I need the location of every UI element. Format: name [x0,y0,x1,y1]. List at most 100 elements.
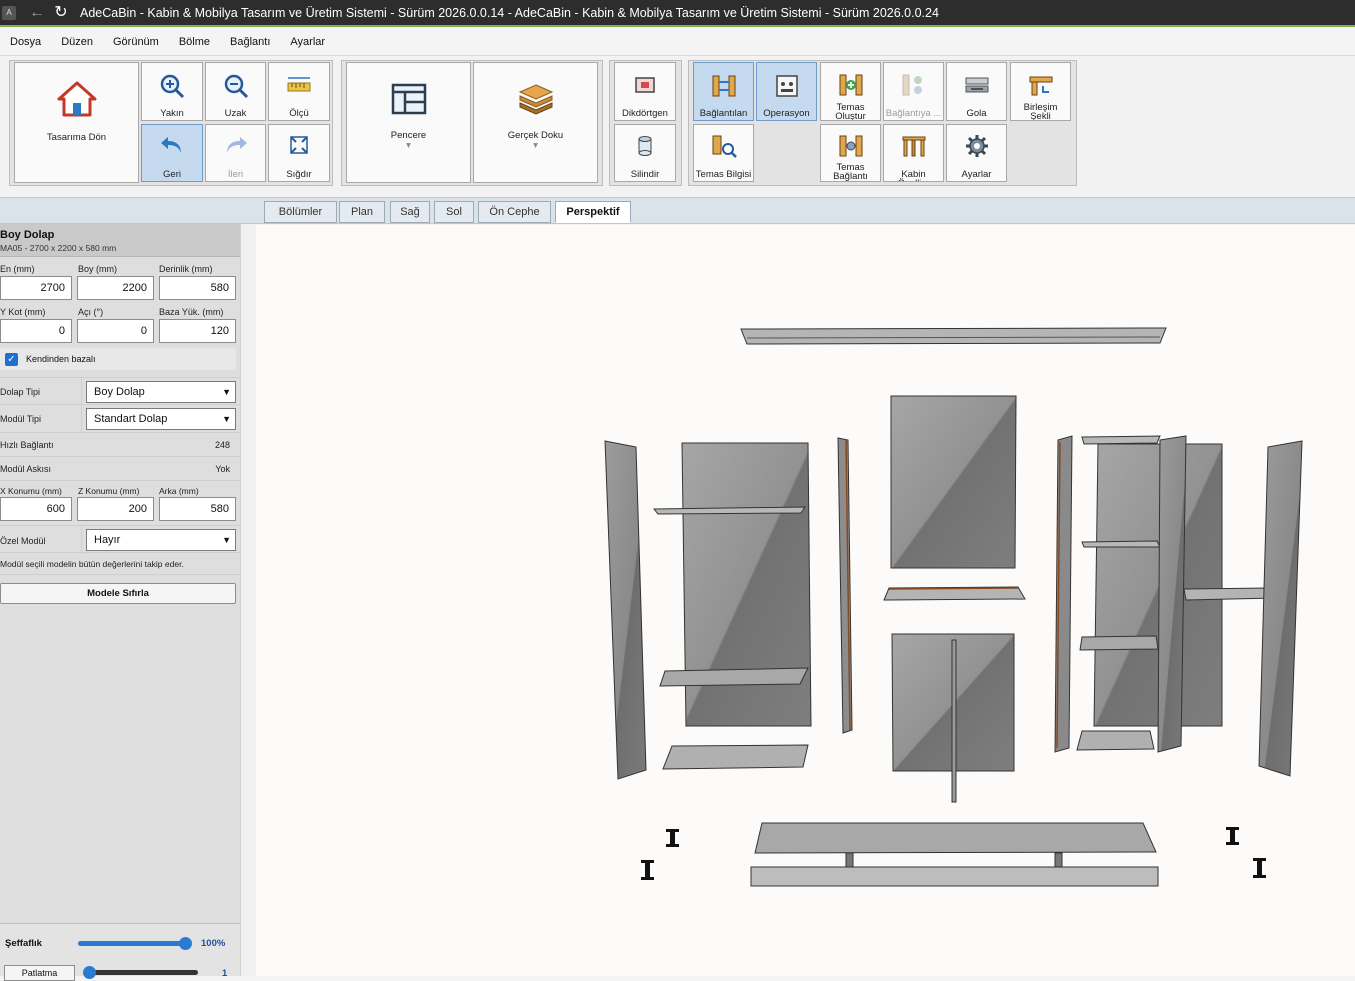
menu-baglanti[interactable]: Bağlantı [230,36,270,48]
view-tabs: Bölümler Plan Sağ Sol Ön Cephe Perspekti… [0,198,1355,224]
home-button[interactable]: Tasarıma Dön [14,62,139,183]
connection-disabled-button[interactable]: Bağlantıya ... [883,62,944,121]
explode-button[interactable]: Patlatma [4,965,75,981]
contact-info-icon [712,135,737,158]
self-base-checkbox[interactable]: ✓ [5,353,18,366]
module-hanger-row: Modül Askısı Yok [0,457,240,481]
note-row: Modül seçili modelin bütün değerlerini t… [0,553,240,575]
top-panel [740,327,1167,345]
explode-slider-thumb[interactable] [83,966,96,979]
module-hanger-value: Yok [215,464,230,474]
explode-slider[interactable] [83,966,198,979]
menu-bolme[interactable]: Bölme [179,36,210,48]
depth-field[interactable]: 580 [159,276,236,300]
home-icon [57,81,96,117]
cabinet-type-select[interactable]: Boy Dolap ▼ [86,381,236,403]
undo-icon [161,137,181,153]
contact-info-button[interactable]: Temas Bilgisi [693,124,754,182]
back-arrow-icon[interactable]: ← [26,2,48,24]
back-field[interactable]: 580 [159,497,236,521]
dropdown-arrow-icon: ▾ [533,140,538,151]
operation-button[interactable]: Operasyon ... [756,62,817,121]
measure-button[interactable]: Ölçü [268,62,330,121]
menu-dosya[interactable]: Dosya [10,36,41,48]
connected-button[interactable]: Bağlantılan ... [693,62,754,121]
reload-icon[interactable]: ↻ [50,2,72,24]
contact-create-button[interactable]: Temas Oluştur [820,62,881,121]
width-label: En (mm) [0,264,35,274]
rectangle-icon [635,77,655,93]
angle-label: Açı (°) [78,307,104,317]
tab-perspektif[interactable]: Perspektif [555,201,631,223]
zoom-in-icon [160,74,185,99]
special-module-row: Özel Modül Hayır ▼ [0,525,240,554]
fit-icon [290,136,308,154]
connected-panels-icon [712,75,735,97]
ykot-field[interactable]: 0 [0,319,72,343]
bottom-controls: Şeffaflık 100% Patlatma 1 [0,923,240,981]
transparency-slider[interactable] [78,937,192,950]
fit-button[interactable]: Sığdır [268,124,330,182]
texture-button[interactable]: Gerçek Doku ▾ [473,62,598,183]
menu-duzen[interactable]: Düzen [61,36,93,48]
menu-bar: Dosya Düzen Görünüm Bölme Bağlantı Ayarl… [0,28,1355,56]
z-pos-field[interactable]: 200 [77,497,154,521]
width-field[interactable]: 2700 [0,276,72,300]
join-shape-button[interactable]: Birleşim Şekli [1010,62,1071,121]
reset-model-button[interactable]: Modele Sıfırla [0,583,236,604]
menu-ayarlar[interactable]: Ayarlar [290,36,325,48]
self-base-label: Kendinden bazalı [26,354,96,364]
tab-on-cephe[interactable]: Ön Cephe [478,201,551,223]
tab-sol[interactable]: Sol [434,201,474,223]
join-shape-icon [1029,76,1052,96]
rectangle-button[interactable]: Dikdörtgen [614,62,676,121]
menu-gorunum[interactable]: Görünüm [113,36,159,48]
ruler-icon [287,77,311,92]
module-note: Modül seçili modelin bütün değerlerini t… [0,559,184,569]
height-label: Boy (mm) [78,264,117,274]
zoom-out-icon [224,74,248,99]
transparency-slider-thumb[interactable] [179,937,192,950]
gola-button[interactable]: Gola [946,62,1007,121]
left-back-panel [652,442,812,770]
base-field[interactable]: 120 [159,319,236,343]
window-button[interactable]: Pencere ▾ [346,62,471,183]
window-layout-icon [391,83,426,115]
zoom-in-button[interactable]: Yakın [141,62,203,121]
forward-button[interactable]: İleri [205,124,266,182]
module-type-row: Modül Tipi Standart Dolap ▼ [0,405,240,433]
height-field[interactable]: 2200 [77,276,154,300]
exploded-cabinet-render[interactable] [256,225,1355,976]
x-pos-field[interactable]: 600 [0,497,72,521]
right-middle-divider [1054,435,1073,753]
angle-field[interactable]: 0 [77,319,154,343]
redo-icon [226,137,247,153]
title-bar: A ← ↻ AdeCaBin - Kabin & Mobilya Tasarım… [0,0,1355,27]
chevron-down-icon: ▼ [222,535,231,545]
ribbon-toolbar: Tasarıma Dön Yakın Uzak Ölçü Geri İleri … [0,57,1355,198]
tab-bolumler[interactable]: Bölümler [264,201,337,223]
cabin-props-button[interactable]: Kabin Özelli... [883,124,944,182]
perspective-viewport[interactable] [256,225,1355,976]
tab-plan[interactable]: Plan [339,201,385,223]
settings-button[interactable]: Ayarlar [946,124,1007,182]
x-pos-label: X Konumu (mm) [0,486,62,496]
zoom-out-button[interactable]: Uzak [205,62,266,121]
cabinet-type-row: Dolap Tipi Boy Dolap ▼ [0,377,240,406]
module-type-select[interactable]: Standart Dolap ▼ [86,408,236,430]
cylinder-button[interactable]: Silindir [614,124,676,182]
ykot-label: Y Kot (mm) [0,307,46,317]
panel-subtitle: MA05 - 2700 x 2200 x 580 mm [0,243,117,253]
quick-connection-row: Hızlı Bağlantı 248 [0,433,240,457]
back-button[interactable]: Geri [141,124,203,182]
panel-splitter[interactable] [240,224,256,976]
contact-create-icon [839,74,862,96]
right-side-panel [1258,440,1303,777]
special-module-select[interactable]: Hayır ▼ [86,529,236,551]
back-label: Arka (mm) [159,486,199,496]
tab-sag[interactable]: Sağ [390,201,430,223]
explode-value: 1 [222,968,228,979]
contact-connection-button[interactable]: Temas Bağlantı [820,124,881,182]
dropdown-arrow-icon: ▾ [406,140,411,151]
left-side-panel [604,440,647,780]
